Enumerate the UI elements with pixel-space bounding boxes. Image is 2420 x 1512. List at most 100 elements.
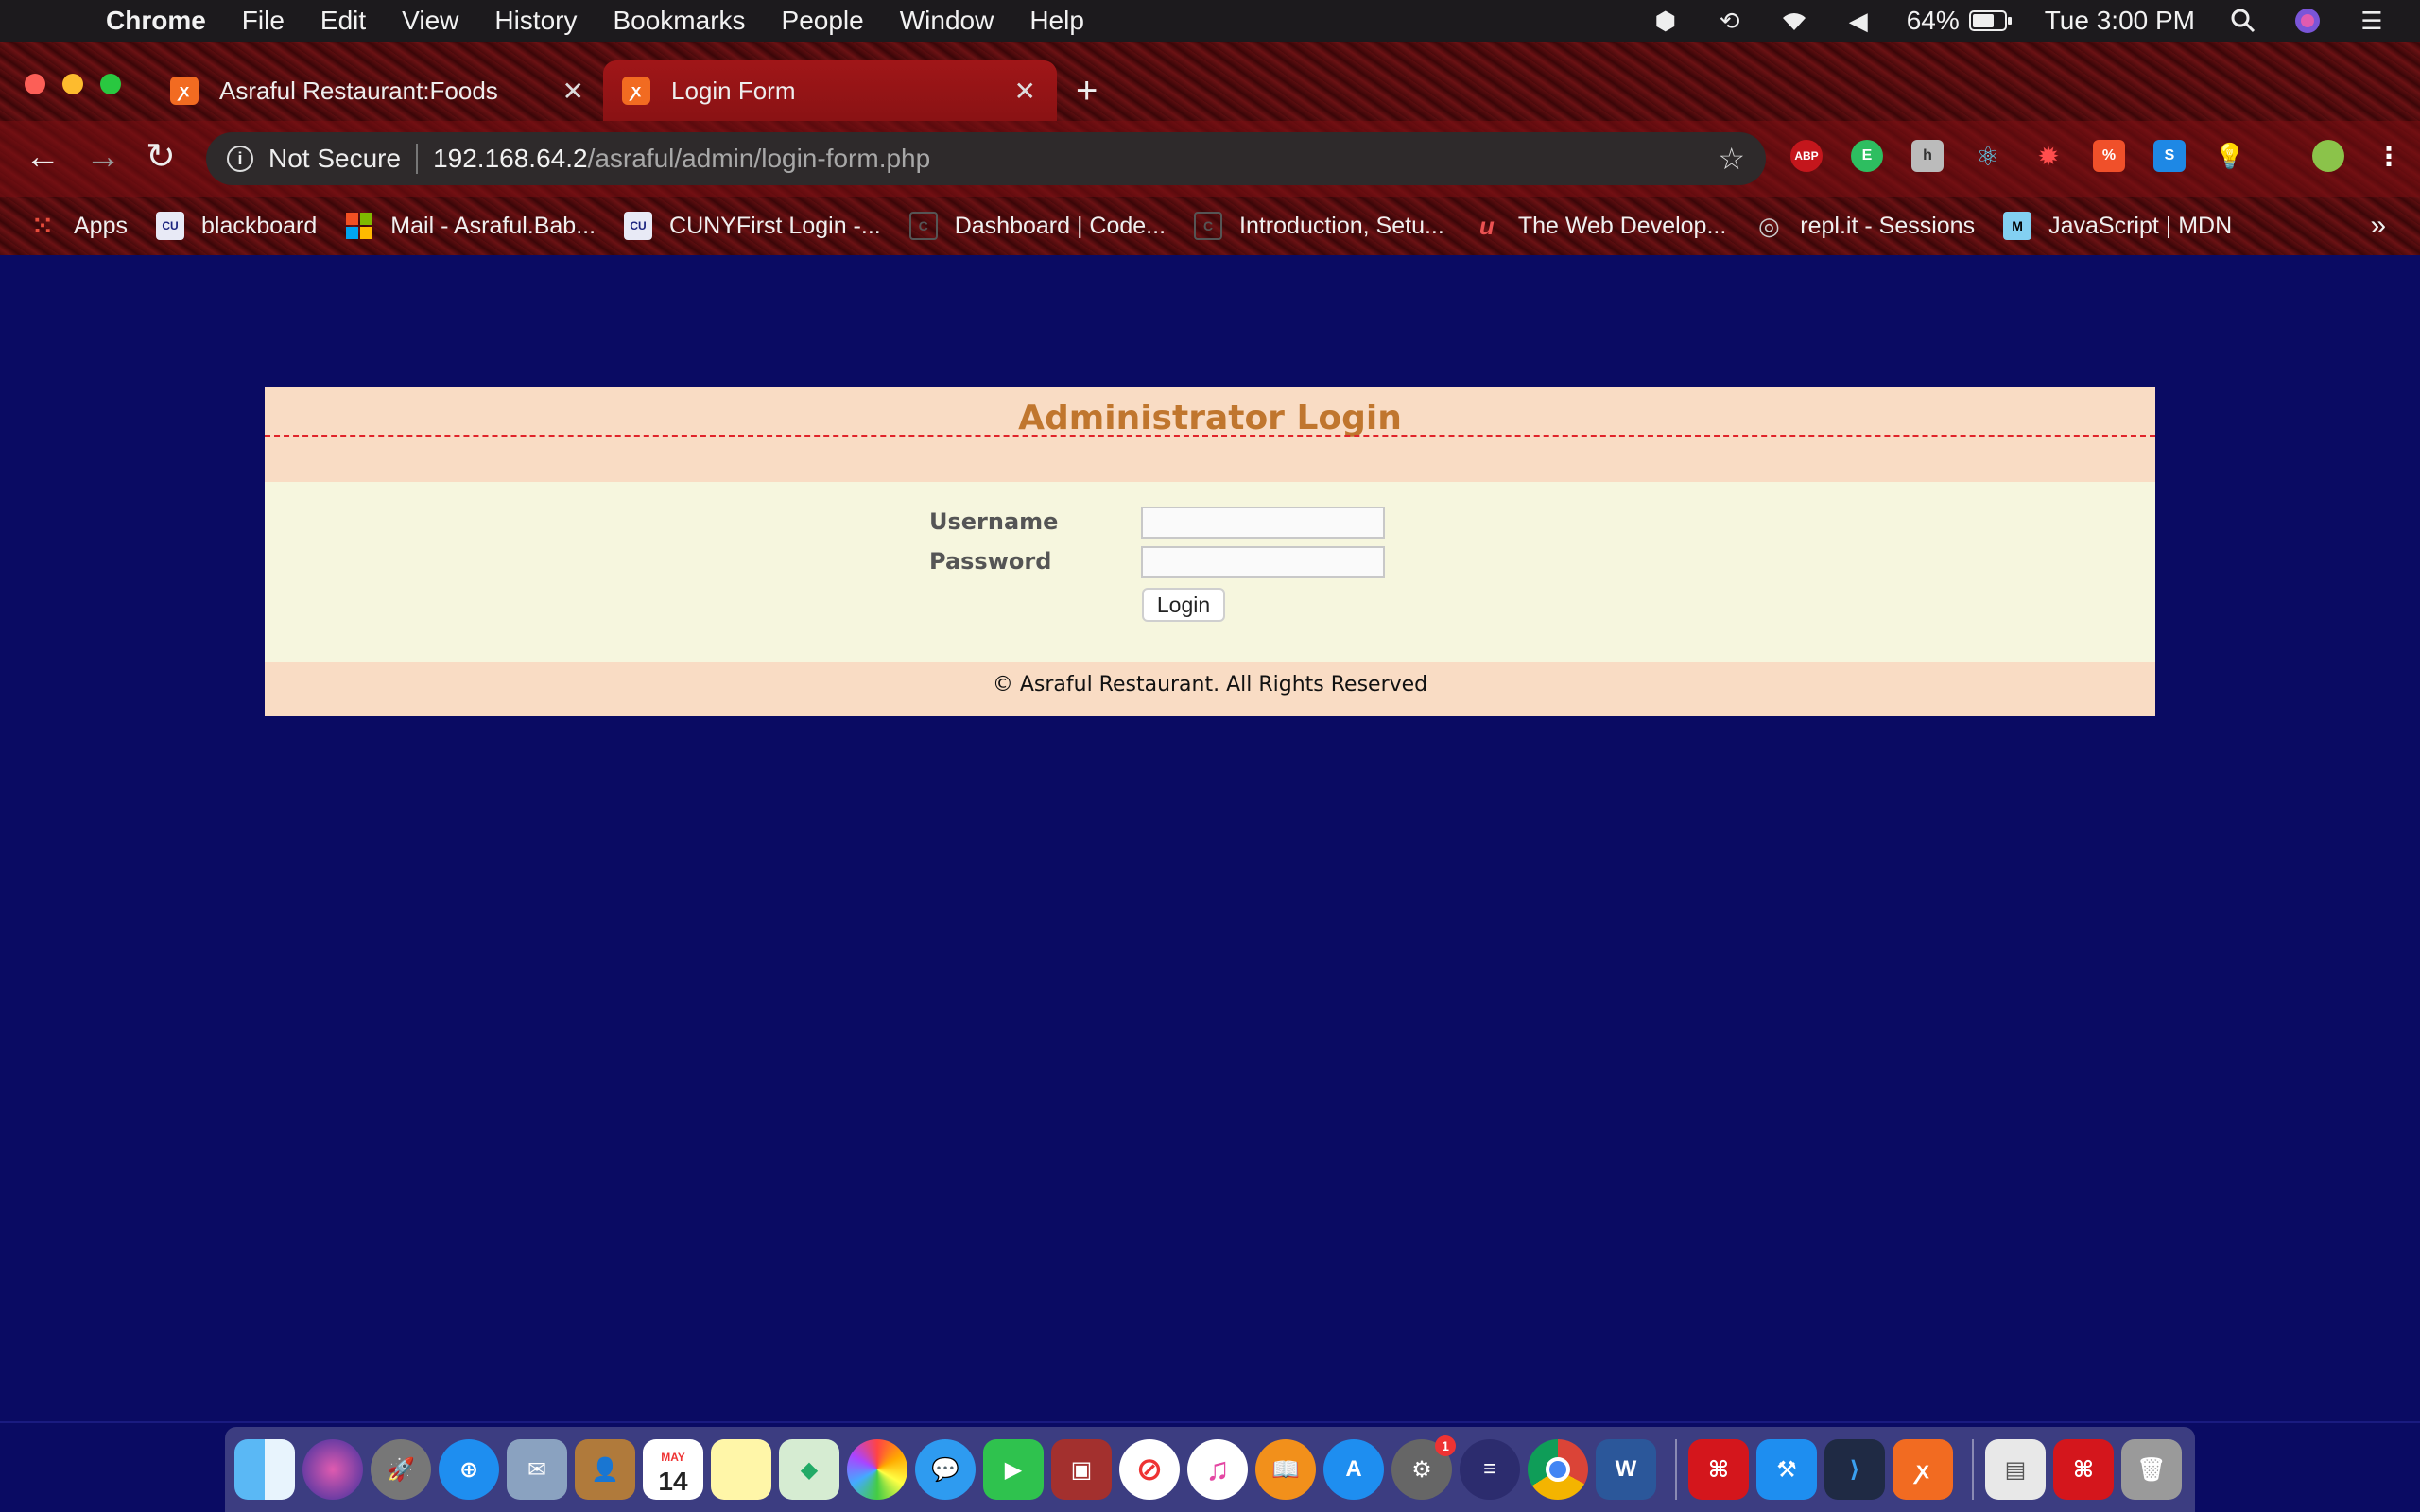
finder-icon[interactable] — [234, 1439, 295, 1500]
percent-extension-icon[interactable]: % — [2093, 140, 2125, 172]
profile-avatar-icon[interactable] — [2312, 140, 2344, 172]
close-tab-icon[interactable]: ✕ — [562, 76, 584, 107]
facetime-icon[interactable]: ▶ — [983, 1439, 1044, 1500]
password-label: Password — [929, 548, 1052, 575]
spotlight-search-icon[interactable] — [2227, 7, 2259, 35]
settings-burst-icon[interactable]: ✹ — [2032, 140, 2065, 172]
adblock-plus-icon[interactable]: ABP — [1790, 140, 1823, 172]
bookmark-introduction[interactable]: C Introduction, Setu... — [1194, 212, 1444, 240]
shield-status-icon[interactable]: ⬢ — [1650, 7, 1682, 35]
lightbulb-icon[interactable]: 💡 — [2214, 140, 2246, 172]
pdf-document-icon[interactable]: ⌘ — [2053, 1439, 2114, 1500]
menu-help[interactable]: Help — [1029, 6, 1084, 36]
address-divider — [416, 144, 419, 174]
maps-icon[interactable]: ◆ — [779, 1439, 839, 1500]
close-tab-icon[interactable]: ✕ — [1014, 76, 1036, 107]
volume-icon[interactable]: ◀ — [1842, 7, 1875, 35]
menu-window[interactable]: Window — [900, 6, 994, 36]
menu-bookmarks[interactable]: Bookmarks — [613, 6, 745, 36]
contacts-icon[interactable]: 👤 — [575, 1439, 635, 1500]
siri-dock-icon[interactable] — [302, 1439, 363, 1500]
menu-people[interactable]: People — [782, 6, 864, 36]
photo-booth-icon[interactable]: ▣ — [1051, 1439, 1112, 1500]
address-bar[interactable]: i Not Secure 192.168.64.2/asraful/admin/… — [206, 132, 1766, 185]
system-preferences-icon[interactable]: ⚙ 1 — [1392, 1435, 1456, 1500]
xcode-icon[interactable]: ⚒ — [1756, 1439, 1817, 1500]
hypothesis-icon[interactable]: h — [1911, 140, 1944, 172]
itunes-icon[interactable]: ♫ — [1187, 1439, 1248, 1500]
zoom-window-button[interactable] — [100, 74, 121, 94]
vscode-icon[interactable]: ⟩ — [1824, 1439, 1885, 1500]
evernote-icon[interactable]: E — [1851, 140, 1883, 172]
bookmark-replit[interactable]: ◎ repl.it - Sessions — [1754, 212, 1975, 240]
chrome-dock-icon[interactable] — [1528, 1439, 1588, 1500]
bookmark-mdn[interactable]: M JavaScript | MDN — [2003, 212, 2232, 240]
menu-edit[interactable]: Edit — [320, 6, 366, 36]
bookmark-apps[interactable]: ⁙ Apps — [28, 212, 128, 240]
menubar-clock[interactable]: Tue 3:00 PM — [2045, 6, 2195, 36]
close-window-button[interactable] — [25, 74, 45, 94]
bookmark-mail[interactable]: Mail - Asraful.Bab... — [345, 212, 596, 240]
notes-icon[interactable] — [711, 1439, 771, 1500]
tab-asraful-restaurant-foods[interactable]: ꭗ Asraful Restaurant:Foods ✕ — [151, 60, 605, 121]
site-info-icon[interactable]: i — [227, 146, 253, 172]
dashed-divider — [265, 435, 2155, 437]
footer-copyright: © Asraful Restaurant. All Rights Reserve… — [265, 662, 2155, 716]
safari-icon[interactable]: ⊕ — [439, 1439, 499, 1500]
bookmark-star-icon[interactable]: ☆ — [1718, 141, 1745, 177]
notification-badge: 1 — [1435, 1435, 1456, 1456]
extensions-area: ABP E h ⚛ ✹ % S 💡 ⋮ — [1790, 140, 2420, 172]
bookmark-label: JavaScript | MDN — [2048, 212, 2233, 239]
url-path: /asraful/admin/login-form.php — [587, 144, 931, 173]
xampp-dock-icon[interactable]: ꭗ — [1893, 1439, 1953, 1500]
microsoft-icon — [345, 212, 373, 240]
books-icon[interactable]: 📖 — [1255, 1439, 1316, 1500]
menu-app-name[interactable]: Chrome — [106, 6, 206, 36]
password-input[interactable] — [1141, 546, 1385, 578]
bookmark-blackboard[interactable]: CU blackboard — [155, 212, 317, 240]
launchpad-icon[interactable]: 🚀 — [371, 1439, 431, 1500]
menu-history[interactable]: History — [494, 6, 577, 36]
menu-file[interactable]: File — [242, 6, 285, 36]
eclipse-icon[interactable]: ≡ — [1460, 1439, 1520, 1500]
back-arrow-icon[interactable]: ← — [25, 138, 60, 176]
reload-icon[interactable]: ↻ — [146, 138, 176, 176]
wifi-icon[interactable] — [1778, 7, 1810, 35]
forward-arrow-icon[interactable]: → — [85, 138, 121, 176]
bookmarks-overflow-icon[interactable]: » — [2370, 210, 2386, 242]
s-extension-icon[interactable]: S — [2153, 140, 2186, 172]
app-store-icon[interactable]: A — [1323, 1439, 1384, 1500]
tab-login-form[interactable]: ꭗ Login Form ✕ — [603, 60, 1057, 121]
siri-icon[interactable] — [2291, 7, 2324, 35]
username-input[interactable] — [1141, 507, 1385, 539]
mail-icon[interactable]: ✉ — [507, 1439, 567, 1500]
bookmark-cunyfirst[interactable]: CU CUNYFirst Login -... — [624, 212, 881, 240]
menu-view[interactable]: View — [402, 6, 458, 36]
news-icon[interactable]: ⊘ — [1119, 1439, 1180, 1500]
login-button[interactable]: Login — [1142, 588, 1225, 622]
new-tab-plus-icon[interactable]: + — [1076, 72, 1098, 110]
bookmark-label: Mail - Asraful.Bab... — [390, 212, 596, 239]
word-icon[interactable]: W — [1596, 1439, 1656, 1500]
react-devtools-icon[interactable]: ⚛ — [1972, 140, 2004, 172]
messages-icon[interactable]: 💬 — [915, 1439, 976, 1500]
macos-dock: 🚀 ⊕ ✉ 👤 MAY 14 ◆ 💬 ▶ ▣ ⊘ ♫ 📖 A ⚙ 1 ≡ W ⌘… — [225, 1427, 2195, 1512]
menubar-status-area: ⬢ ⟲ ◀ 64% Tue 3:00 PM ☰ — [1650, 0, 2420, 42]
security-label: Not Secure — [268, 144, 402, 173]
udemy-icon: u — [1478, 211, 1495, 240]
calendar-icon[interactable]: MAY 14 — [643, 1439, 703, 1500]
document-icon[interactable]: ▤ — [1985, 1439, 2046, 1500]
acrobat-icon[interactable]: ⌘ — [1688, 1439, 1749, 1500]
xampp-favicon-icon: ꭗ — [170, 77, 199, 105]
url-host: 192.168.64.2 — [433, 144, 588, 173]
apps-grid-icon: ⁙ — [32, 211, 53, 240]
bookmark-codecademy-dashboard[interactable]: C Dashboard | Code... — [908, 212, 1166, 240]
photos-icon[interactable] — [847, 1439, 908, 1500]
bookmark-web-developer[interactable]: u The Web Develop... — [1473, 212, 1726, 240]
minimize-window-button[interactable] — [62, 74, 83, 94]
trash-icon[interactable]: 🗑 — [2121, 1439, 2182, 1500]
notification-center-icon[interactable]: ☰ — [2356, 7, 2388, 35]
time-machine-icon[interactable]: ⟲ — [1714, 7, 1746, 35]
battery-status[interactable]: 64% — [1907, 6, 2013, 36]
chrome-menu-kebab-icon[interactable]: ⋮ — [2373, 140, 2405, 172]
